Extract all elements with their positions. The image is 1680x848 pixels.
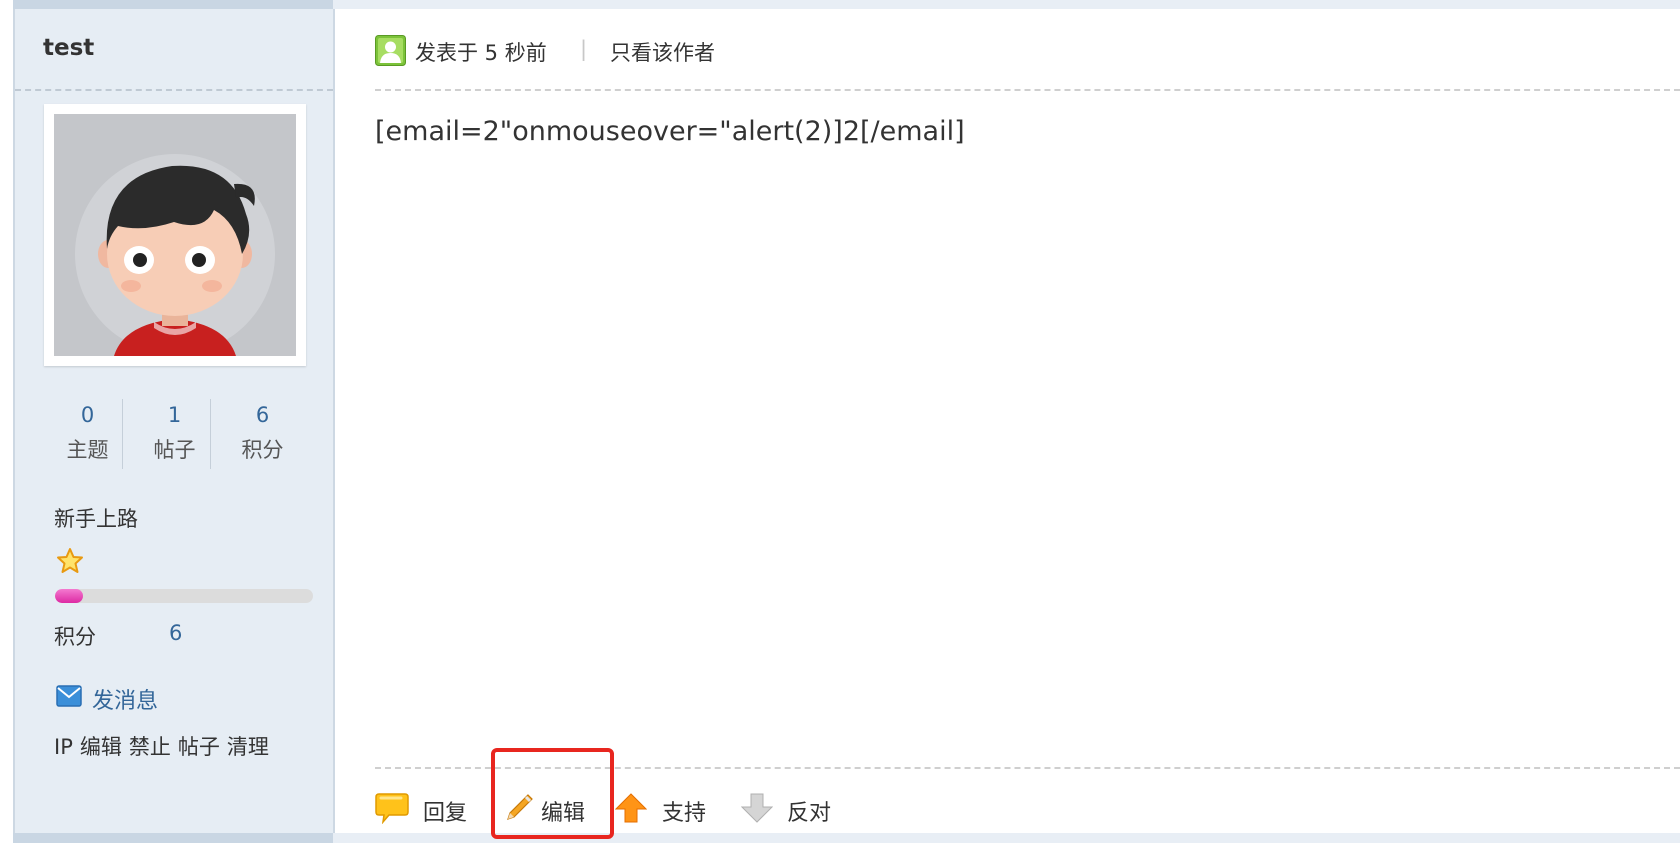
bottom-border-sidebar <box>13 833 333 843</box>
admin-ban-link[interactable]: 禁止 <box>129 735 171 759</box>
header-separator: | <box>580 37 588 61</box>
divider <box>375 89 1680 91</box>
stat-threads-value[interactable]: 0 <box>44 400 131 430</box>
stat-posts[interactable]: 1 帖子 <box>131 397 218 471</box>
post-actions: 回复 编辑 支持 反对 <box>375 779 975 839</box>
divider <box>375 767 1680 769</box>
stat-credits[interactable]: 6 积分 <box>219 397 306 471</box>
arrow-down-icon <box>741 793 773 823</box>
credit-row: 积分 6 <box>54 621 182 651</box>
user-icon <box>375 35 406 66</box>
admin-edit-link[interactable]: 编辑 <box>80 735 122 759</box>
support-label[interactable]: 支持 <box>662 795 706 827</box>
post-container: test 0 主题 1 帖子 6 积分 新手上路 积分 6 发消息 IP 编辑 … <box>13 0 1680 843</box>
avatar-image <box>54 114 296 356</box>
speech-bubble-icon <box>375 793 409 824</box>
oppose-label[interactable]: 反对 <box>787 795 831 827</box>
stat-credits-value[interactable]: 6 <box>219 400 306 430</box>
post-time: 发表于 5 秒前 <box>415 41 547 65</box>
credit-label: 积分 <box>54 625 96 649</box>
only-author-link[interactable]: 只看该作者 <box>610 37 715 67</box>
stat-posts-label: 帖子 <box>153 438 196 462</box>
rank-progress-fill <box>55 589 84 603</box>
post-content: [email=2"onmouseover="alert(2)]2[/email] <box>375 116 965 147</box>
stat-threads[interactable]: 0 主题 <box>44 397 131 471</box>
top-border-sidebar <box>13 0 333 9</box>
pencil-icon <box>507 794 533 820</box>
post-main: 发表于 5 秒前 | 只看该作者 [email=2"onmouseover="a… <box>335 9 1680 833</box>
user-stats: 0 主题 1 帖子 6 积分 <box>44 397 306 471</box>
envelope-icon <box>56 685 82 707</box>
admin-links: IP 编辑 禁止 帖子 清理 <box>54 731 276 761</box>
edit-label[interactable]: 编辑 <box>541 795 585 827</box>
admin-ip-link[interactable]: IP <box>54 735 73 759</box>
stat-threads-label: 主题 <box>66 438 109 462</box>
edit-button[interactable]: 编辑 <box>503 779 599 839</box>
rank-progress-bar <box>55 589 313 603</box>
author-username[interactable]: test <box>43 35 94 61</box>
reply-label[interactable]: 回复 <box>423 795 467 827</box>
stat-separator <box>122 399 123 469</box>
author-sidebar: test 0 主题 1 帖子 6 积分 新手上路 积分 6 发消息 IP 编辑 … <box>13 9 335 833</box>
avatar[interactable] <box>44 104 306 366</box>
stat-separator <box>210 399 211 469</box>
star-icon <box>57 548 83 573</box>
arrow-up-icon <box>615 793 647 823</box>
send-message-label[interactable]: 发消息 <box>92 683 158 715</box>
stat-posts-value[interactable]: 1 <box>131 400 218 430</box>
admin-posts-link[interactable]: 帖子 <box>178 735 220 759</box>
oppose-button[interactable]: 反对 <box>741 779 851 839</box>
credit-value: 6 <box>169 621 183 645</box>
support-button[interactable]: 支持 <box>615 779 725 839</box>
user-rank[interactable]: 新手上路 <box>54 503 138 533</box>
admin-clean-link[interactable]: 清理 <box>227 735 269 759</box>
reply-button[interactable]: 回复 <box>375 779 475 839</box>
divider <box>15 89 333 91</box>
stat-credits-label: 积分 <box>241 438 284 462</box>
